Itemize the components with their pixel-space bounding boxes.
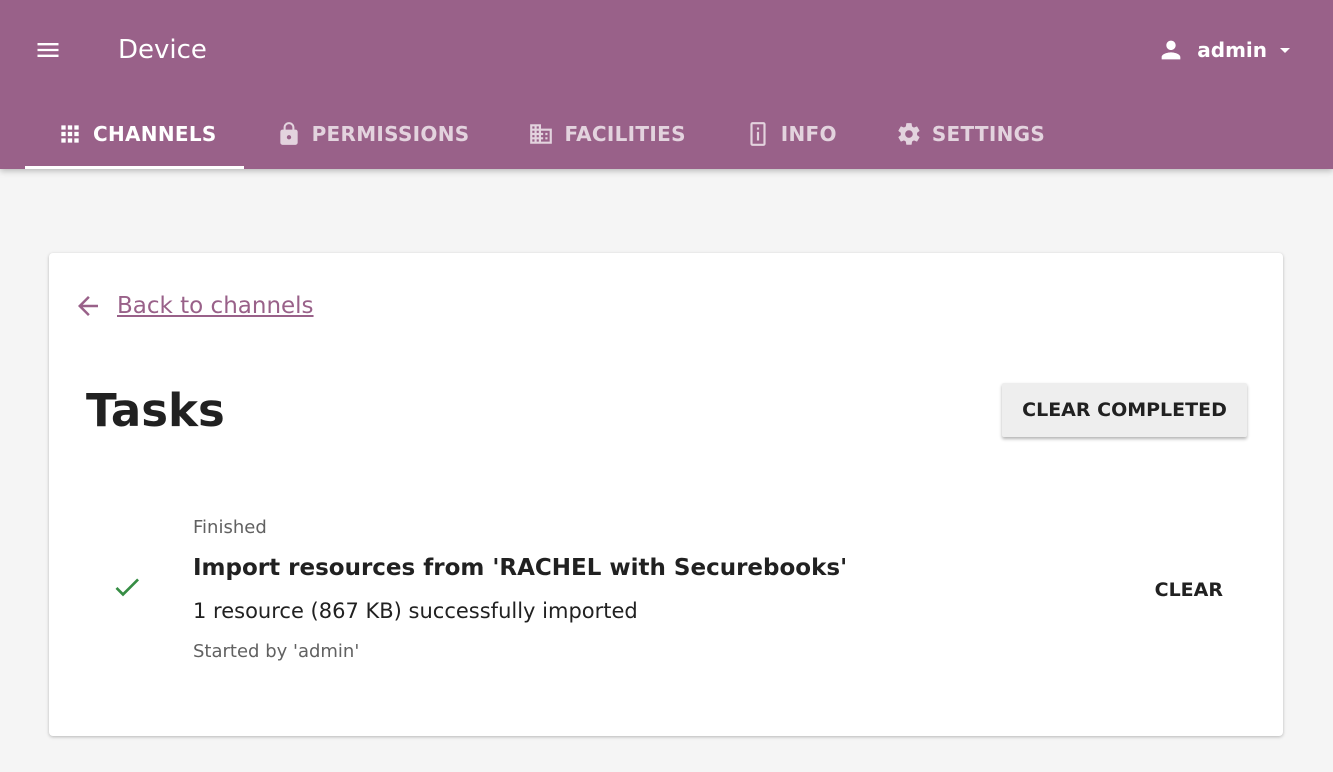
tab-info[interactable]: INFO [713, 99, 864, 169]
user-name: admin [1197, 38, 1267, 62]
tab-label: INFO [780, 122, 837, 146]
back-to-channels-link[interactable]: Back to channels [73, 291, 314, 321]
person-icon [1157, 36, 1185, 64]
tab-permissions[interactable]: PERMISSIONS [244, 99, 497, 169]
tab-label: PERMISSIONS [311, 122, 470, 146]
tab-facilities[interactable]: FACILITIES [496, 99, 712, 169]
tab-label: SETTINGS [931, 122, 1046, 146]
tab-label: CHANNELS [93, 122, 217, 146]
tasks-card: Back to channels Tasks CLEAR COMPLETED F… [49, 253, 1283, 736]
checkmark-icon [111, 571, 143, 603]
clear-task-button[interactable]: CLEAR [1145, 575, 1233, 605]
task-detail: 1 resource (867 KB) successfully importe… [193, 599, 638, 623]
page-title: Tasks [86, 384, 225, 437]
lock-icon [279, 122, 298, 145]
tab-channels[interactable]: CHANNELS [25, 99, 244, 169]
task-item: Finished Import resources from 'RACHEL w… [49, 503, 1283, 673]
menu-button[interactable] [28, 30, 68, 70]
tab-label: FACILITIES [564, 122, 686, 146]
task-status: Finished [193, 517, 267, 538]
clear-completed-button[interactable]: CLEAR COMPLETED [1002, 383, 1247, 437]
back-link-label: Back to channels [117, 293, 314, 319]
app-header: Device admin CHANNELS PERMISSIONS FACILI… [0, 0, 1333, 169]
app-title: Device [118, 35, 207, 65]
user-menu[interactable]: admin [1157, 30, 1297, 70]
gear-icon [898, 123, 920, 145]
building-icon [530, 124, 553, 144]
hamburger-menu-icon [37, 43, 59, 57]
caret-down-icon [1267, 38, 1297, 62]
task-title: Import resources from 'RACHEL with Secur… [193, 555, 848, 581]
device-tabs: CHANNELS PERMISSIONS FACILITIES INFO SET… [25, 99, 1072, 169]
tab-settings[interactable]: SETTINGS [864, 99, 1072, 169]
arrow-back-icon [78, 296, 98, 316]
info-icon [750, 122, 766, 146]
apps-grid-icon [61, 125, 79, 143]
task-started-by: Started by 'admin' [193, 641, 360, 662]
